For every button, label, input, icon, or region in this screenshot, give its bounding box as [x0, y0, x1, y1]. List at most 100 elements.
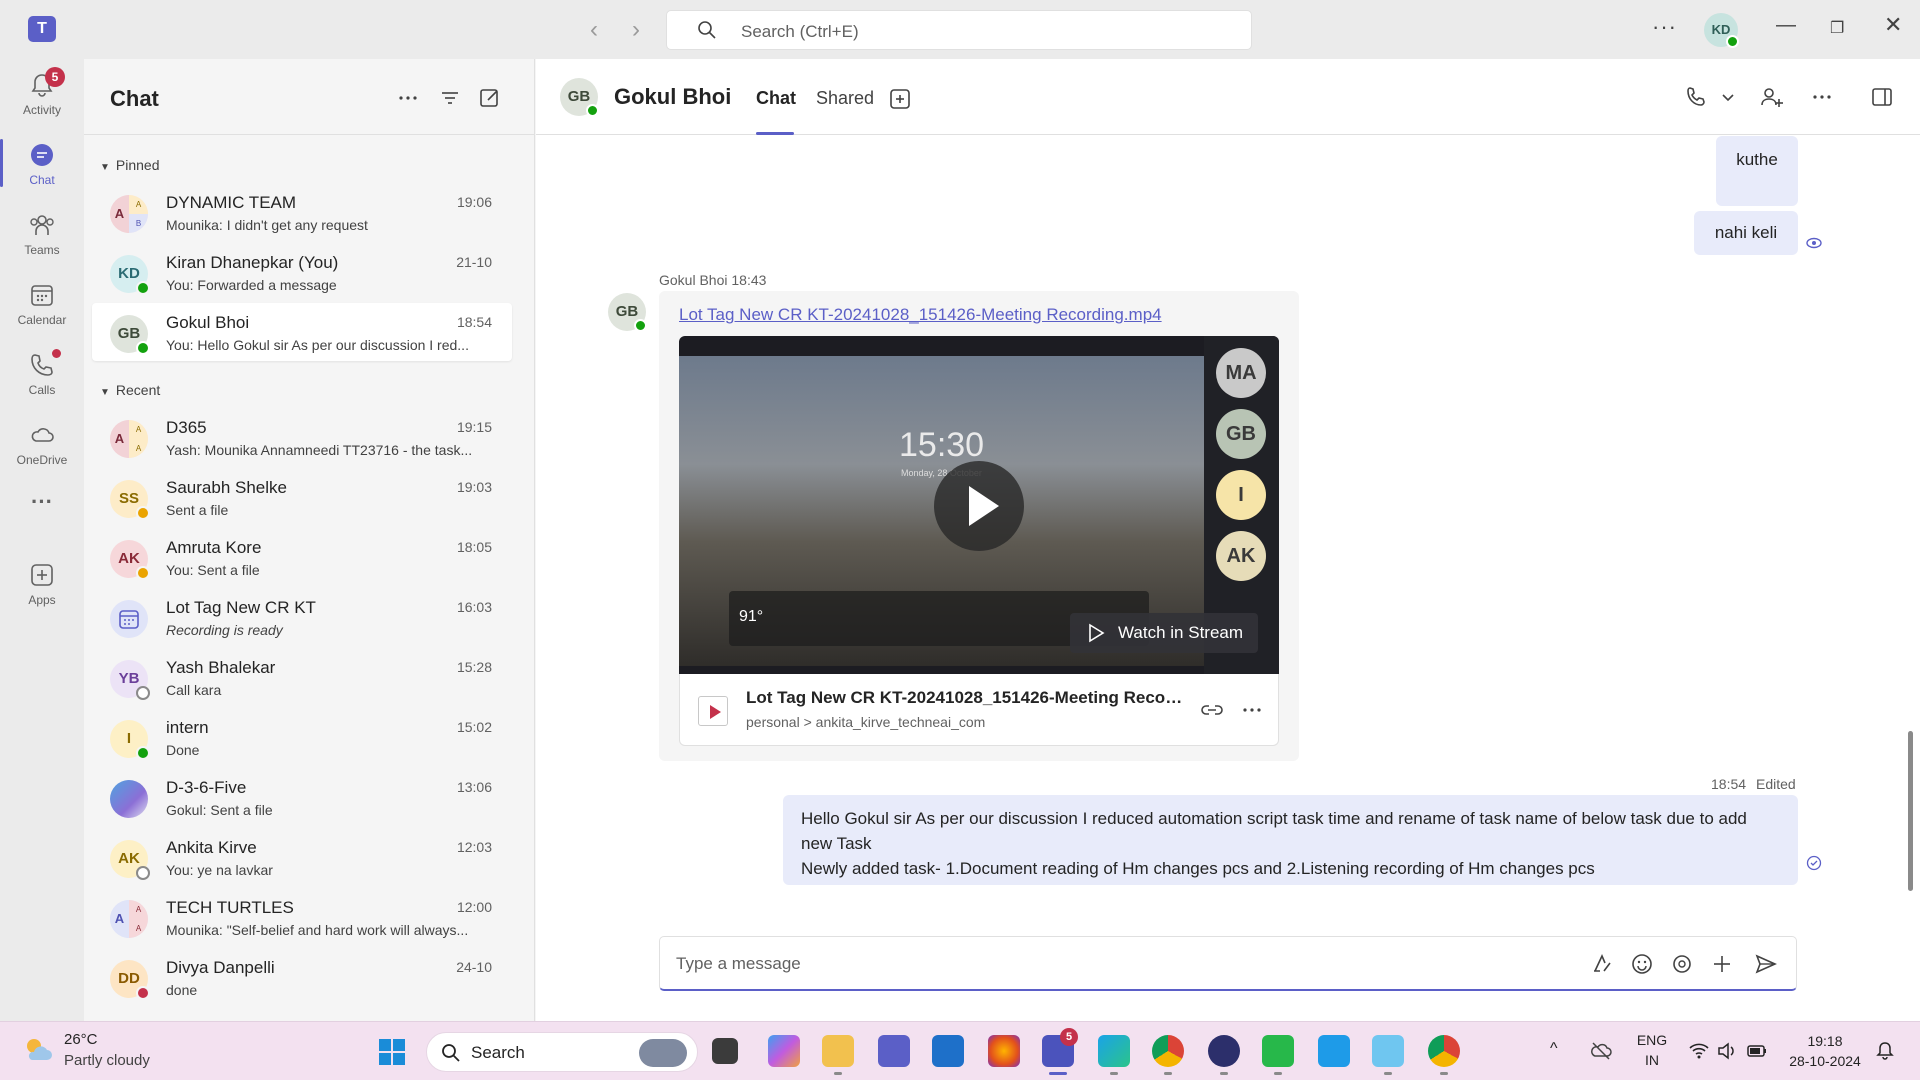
microsoft-store-icon[interactable]: [932, 1035, 964, 1067]
chat-item-gokul-selected[interactable]: GB Gokul Bhoi 18:54 You: Hello Gokul sir…: [92, 303, 512, 361]
chat-name: D365: [166, 418, 207, 437]
chat-item-divya[interactable]: DD Divya Danpelli 24-10 done: [92, 948, 512, 1006]
add-people-icon[interactable]: [1760, 85, 1784, 109]
chat-preview: done: [166, 982, 198, 998]
video-preview[interactable]: 15:30 Monday, 28 October 91° MA GB I AK …: [679, 336, 1279, 674]
spreadsheet-app-icon[interactable]: [1262, 1035, 1294, 1067]
restore-icon[interactable]: ❐: [1830, 18, 1844, 38]
attach-plus-icon[interactable]: [1710, 952, 1734, 976]
running-indicator: [1110, 1072, 1118, 1075]
weather-description[interactable]: Partly cloudy: [64, 1052, 150, 1069]
back-arrow-icon[interactable]: ‹: [590, 16, 598, 44]
weather-temperature[interactable]: 26°C: [64, 1031, 98, 1048]
presence-busy-icon: [136, 986, 150, 1000]
show-hidden-icons-chevron-icon[interactable]: ^: [1550, 1040, 1558, 1058]
onedrive-sync-icon[interactable]: [1590, 1040, 1612, 1062]
chat-item-dynamic-team[interactable]: AAB DYNAMIC TEAM 19:06 Mounika: I didn't…: [92, 183, 512, 241]
settings-more-button[interactable]: ···: [1652, 14, 1677, 40]
side-panel-icon[interactable]: [1870, 85, 1894, 109]
notification-bell-icon[interactable]: [1874, 1040, 1896, 1062]
message-compose-box[interactable]: Type a message: [659, 936, 1797, 991]
more-options-icon[interactable]: [396, 86, 420, 110]
notepad-icon[interactable]: [1372, 1035, 1404, 1067]
whiteboard-icon[interactable]: [1318, 1035, 1350, 1067]
my-message-bubble[interactable]: kuthe: [1716, 136, 1798, 206]
search-placeholder: Search (Ctrl+E): [741, 22, 859, 41]
close-icon[interactable]: ✕: [1884, 12, 1902, 38]
rail-onedrive[interactable]: OneDrive: [0, 411, 84, 477]
more-options-icon[interactable]: [1810, 85, 1834, 109]
chat-time: 21-10: [456, 254, 492, 270]
new-chat-icon[interactable]: [478, 86, 502, 110]
send-icon[interactable]: [1754, 952, 1778, 976]
clock-time[interactable]: 19:18: [1780, 1033, 1870, 1049]
minimize-icon[interactable]: —: [1776, 14, 1796, 37]
chat-item-saurabh[interactable]: SS Saurabh Shelke 19:03 Sent a file: [92, 468, 512, 526]
filter-icon[interactable]: [438, 86, 462, 110]
rail-apps[interactable]: Apps: [0, 551, 84, 617]
file-title[interactable]: Lot Tag New CR KT-20241028_151426-Meetin…: [746, 688, 1186, 708]
tab-shared[interactable]: Shared: [816, 88, 874, 109]
more-options-icon[interactable]: [1240, 700, 1264, 720]
group-avatar-initials: A: [110, 195, 129, 233]
chat-item-amruta[interactable]: AK Amruta Kore 18:05 You: Sent a file: [92, 528, 512, 586]
battery-icon[interactable]: [1746, 1040, 1768, 1062]
recording-link[interactable]: Lot Tag New CR KT-20241028_151426-Meetin…: [679, 305, 1162, 325]
pinned-section-header[interactable]: ▼ Pinned: [100, 157, 160, 173]
clock-date[interactable]: 28-10-2024: [1780, 1053, 1870, 1069]
recent-label: Recent: [115, 382, 161, 398]
language-indicator[interactable]: ENG: [1632, 1032, 1672, 1048]
eclipse-icon[interactable]: [1208, 1035, 1240, 1067]
firefox-icon[interactable]: [988, 1035, 1020, 1067]
windows-start-icon[interactable]: [378, 1038, 406, 1066]
chrome-icon[interactable]: [1152, 1035, 1184, 1067]
rail-chat[interactable]: Chat: [0, 131, 84, 197]
taskbar-search[interactable]: Search: [426, 1032, 698, 1072]
tab-chat[interactable]: Chat: [756, 88, 796, 109]
volume-icon[interactable]: [1716, 1040, 1738, 1062]
group-avatar: AAB: [110, 195, 148, 233]
chat-item-kiran[interactable]: KD Kiran Dhanepkar (You) 21-10 You: Forw…: [92, 243, 512, 301]
chat-item-d365[interactable]: AAA D365 19:15 Yash: Mounika Annamneedi …: [92, 408, 512, 466]
file-explorer-icon[interactable]: [822, 1035, 854, 1067]
copy-link-icon[interactable]: [1200, 700, 1224, 720]
chevron-down-icon[interactable]: [1716, 85, 1740, 109]
teams-personal-icon[interactable]: [878, 1035, 910, 1067]
chat-item-ankita[interactable]: AK Ankita Kirve 12:03 You: ye na lavkar: [92, 828, 512, 886]
edge-icon[interactable]: [1098, 1035, 1130, 1067]
wifi-icon[interactable]: [1688, 1040, 1710, 1062]
play-icon[interactable]: [934, 461, 1024, 551]
copilot-icon[interactable]: [768, 1035, 800, 1067]
chat-item-lot-tag-meeting[interactable]: Lot Tag New CR KT 16:03 Recording is rea…: [92, 588, 512, 646]
call-icon[interactable]: [1684, 85, 1708, 109]
region-indicator[interactable]: IN: [1632, 1052, 1672, 1068]
chat-item-intern[interactable]: I intern 15:02 Done: [92, 708, 512, 766]
my-message-bubble[interactable]: nahi keli: [1694, 211, 1798, 255]
weather-partly-cloudy-icon[interactable]: [22, 1034, 54, 1066]
my-message-bubble[interactable]: Hello Gokul sir As per our discussion I …: [783, 795, 1798, 885]
chat-item-tech-turtles[interactable]: AAA TECH TURTLES 12:00 Mounika: "Self-be…: [92, 888, 512, 946]
add-tab-icon[interactable]: [888, 87, 912, 111]
chat-item-d-3-6-five[interactable]: D-3-6-Five 13:06 Gokul: Sent a file: [92, 768, 512, 826]
rail-more[interactable]: ···: [0, 481, 84, 547]
emoji-icon[interactable]: [1630, 952, 1654, 976]
rail-calls[interactable]: Calls: [0, 341, 84, 407]
task-view-icon[interactable]: [712, 1038, 738, 1064]
scrollbar[interactable]: [1908, 731, 1913, 891]
rail-calendar[interactable]: Calendar: [0, 271, 84, 337]
chat-list-panel: Chat ▼ Pinned AAB DYNAMIC TEAM 19:06 Moun…: [84, 59, 535, 1021]
chat-preview: You: ye na lavkar: [166, 862, 273, 878]
format-icon[interactable]: [1590, 952, 1614, 976]
app-rail: 5 Activity Chat Teams Calendar Calls One…: [0, 59, 84, 1021]
rail-activity[interactable]: 5 Activity: [0, 61, 84, 127]
rail-teams[interactable]: Teams: [0, 201, 84, 267]
search-icon: [698, 21, 716, 39]
watch-in-stream-button[interactable]: Watch in Stream: [1070, 613, 1258, 653]
chat-item-yash[interactable]: YB Yash Bhalekar 15:28 Call kara: [92, 648, 512, 706]
recent-section-header[interactable]: ▼ Recent: [100, 382, 160, 398]
loop-icon[interactable]: [1670, 952, 1694, 976]
add-app-icon: [31, 564, 53, 586]
forward-arrow-icon[interactable]: ›: [632, 16, 640, 44]
search-input[interactable]: Search (Ctrl+E): [666, 10, 1252, 50]
chrome-profile-icon[interactable]: [1428, 1035, 1460, 1067]
